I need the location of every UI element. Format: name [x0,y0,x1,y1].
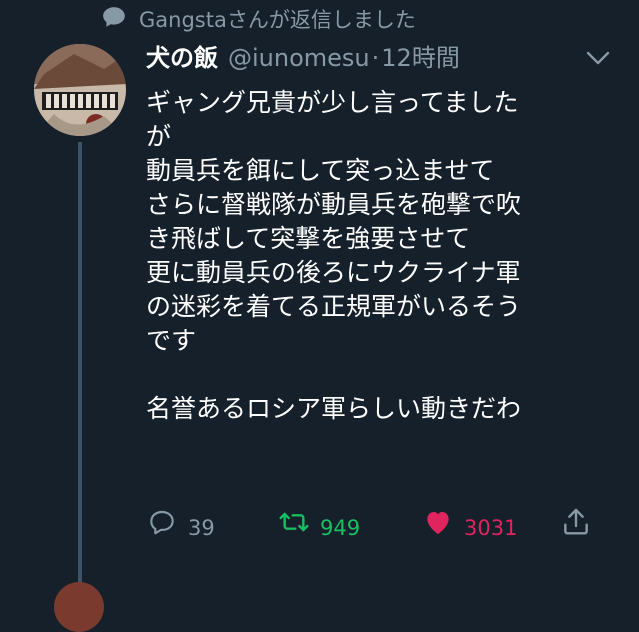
heart-icon [422,506,454,549]
reply-context: Gangstaさんが返信しました [101,4,416,36]
tweet-header: 犬の飯 @iunomesu · 12時間 [146,42,460,74]
separator-dot: · [371,44,380,72]
speech-bubble-icon [101,4,127,36]
tweet-actions: 39 949 3031 [146,506,596,542]
timestamp[interactable]: 12時間 [381,42,460,74]
retweet-button[interactable]: 949 [278,506,360,549]
share-button[interactable] [560,506,592,549]
retweet-icon [278,506,310,549]
user-handle[interactable]: @iunomesu [228,42,370,74]
chevron-down-icon[interactable] [584,46,612,70]
display-name[interactable]: 犬の飯 [146,42,218,74]
retweet-count: 949 [320,515,361,540]
reply-button[interactable]: 39 [146,506,215,549]
like-count: 3031 [464,515,518,540]
thread-line [78,142,82,590]
like-button[interactable]: 3031 [422,506,517,549]
reply-count: 39 [188,515,215,540]
reply-context-text: Gangstaさんが返信しました [139,8,416,32]
avatar[interactable] [34,44,126,136]
reply-icon [146,506,178,549]
share-icon [560,506,592,549]
tweet-text: ギャング兄貴が少し言ってました が 動員兵を餌にして突っ込ませて さらに督戦隊が… [146,88,522,423]
